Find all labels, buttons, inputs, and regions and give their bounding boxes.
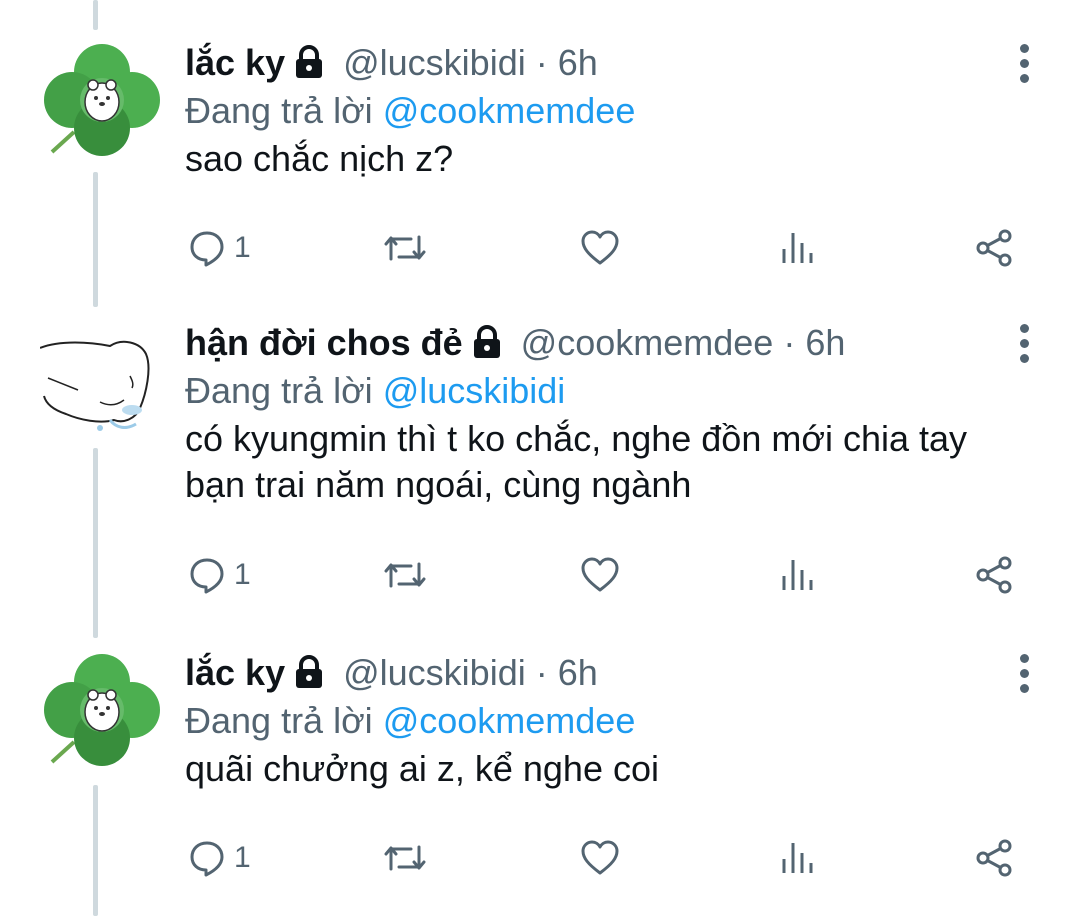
like-icon xyxy=(580,839,620,877)
clover-bear-avatar[interactable] xyxy=(40,650,162,772)
retweet-icon xyxy=(383,839,427,877)
reply-count: 1 xyxy=(234,558,251,591)
tweet-actions: 1 xyxy=(0,223,1080,273)
timestamp[interactable]: 6h xyxy=(558,652,598,693)
display-name[interactable]: lắc ky xyxy=(185,42,285,83)
display-name[interactable]: lắc ky xyxy=(185,652,285,693)
reply-count: 1 xyxy=(234,841,251,874)
tweet-header: hận đời chos đẻ @cookmemdee · 6h xyxy=(185,318,845,373)
tweet-header: lắc ky @lucskibidi · 6h xyxy=(185,648,598,703)
tweet[interactable]: hận đời chos đẻ @cookmemdee · 6h Đang tr… xyxy=(0,320,1080,620)
reply-icon xyxy=(188,229,226,267)
user-handle[interactable]: @cookmemdee xyxy=(521,322,774,363)
separator-dot: · xyxy=(783,322,796,363)
analytics-icon xyxy=(780,556,814,594)
clover-bear-avatar[interactable] xyxy=(40,40,162,162)
reply-mention[interactable]: @cookmemdee xyxy=(383,90,636,131)
analytics-icon xyxy=(780,229,814,267)
reply-button[interactable]: 1 xyxy=(188,223,251,273)
share-button[interactable] xyxy=(975,833,1015,883)
tweet[interactable]: lắc ky @lucskibidi · 6h Đang trả lời @co… xyxy=(0,40,1080,280)
user-handle[interactable]: @lucskibidi xyxy=(343,42,526,83)
share-button[interactable] xyxy=(975,550,1015,600)
share-icon xyxy=(975,838,1015,878)
like-button[interactable] xyxy=(580,550,620,600)
reply-prefix: Đang trả lời xyxy=(185,700,383,741)
timestamp[interactable]: 6h xyxy=(805,322,845,363)
retweet-button[interactable] xyxy=(383,833,427,883)
analytics-icon xyxy=(780,839,814,877)
reply-prefix: Đang trả lời xyxy=(185,370,383,411)
more-icon[interactable] xyxy=(1010,654,1038,714)
tweet-text: sao chắc nịch z? xyxy=(185,138,454,179)
reply-button[interactable]: 1 xyxy=(188,550,251,600)
analytics-button[interactable] xyxy=(780,833,814,883)
tweet[interactable]: lắc ky @lucskibidi · 6h Đang trả lời @co… xyxy=(0,650,1080,890)
like-button[interactable] xyxy=(580,223,620,273)
like-icon xyxy=(580,229,620,267)
user-handle[interactable]: @lucskibidi xyxy=(343,652,526,693)
share-icon xyxy=(975,228,1015,268)
like-button[interactable] xyxy=(580,833,620,883)
retweet-icon xyxy=(383,556,427,594)
tweet-text: quãi chưởng ai z, kể nghe coi xyxy=(185,748,659,789)
reply-context: Đang trả lời @cookmemdee xyxy=(185,696,635,746)
retweet-button[interactable] xyxy=(383,223,427,273)
reply-icon xyxy=(188,556,226,594)
reply-icon xyxy=(188,839,226,877)
reply-count: 1 xyxy=(234,231,251,264)
tweet-text: có kyungmin thì t ko chắc, nghe đồn mới … xyxy=(185,418,968,505)
reply-mention[interactable]: @lucskibidi xyxy=(383,370,566,411)
like-icon xyxy=(580,556,620,594)
reply-context: Đang trả lời @cookmemdee xyxy=(185,86,635,136)
analytics-button[interactable] xyxy=(780,223,814,273)
thread-line xyxy=(93,0,98,30)
share-button[interactable] xyxy=(975,223,1015,273)
analytics-button[interactable] xyxy=(780,550,814,600)
tweet-actions: 1 xyxy=(0,833,1080,883)
display-name[interactable]: hận đời chos đẻ xyxy=(185,322,463,363)
separator-dot: · xyxy=(535,42,548,83)
more-icon[interactable] xyxy=(1010,44,1038,104)
retweet-icon xyxy=(383,229,427,267)
retweet-button[interactable] xyxy=(383,550,427,600)
reply-button[interactable]: 1 xyxy=(188,833,251,883)
tweet-header: lắc ky @lucskibidi · 6h xyxy=(185,38,598,93)
reply-context: Đang trả lời @lucskibidi xyxy=(185,366,565,416)
more-icon[interactable] xyxy=(1010,324,1038,384)
share-icon xyxy=(975,555,1015,595)
timestamp[interactable]: 6h xyxy=(558,42,598,83)
separator-dot: · xyxy=(535,652,548,693)
reply-prefix: Đang trả lời xyxy=(185,90,383,131)
tweet-actions: 1 xyxy=(0,550,1080,600)
reply-mention[interactable]: @cookmemdee xyxy=(383,700,636,741)
crying-sketch-avatar[interactable] xyxy=(39,320,162,442)
